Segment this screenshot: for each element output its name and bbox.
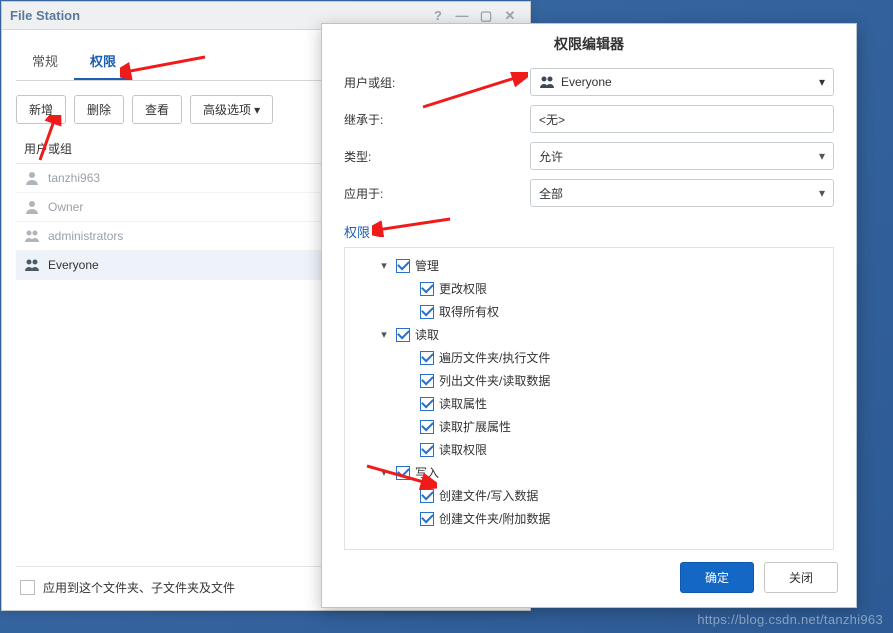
tree-leaf[interactable]: ▾ 创建文件/写入数据 [349, 484, 829, 507]
checkbox-traverse[interactable] [420, 351, 434, 365]
user-name: administrators [48, 229, 123, 243]
checkbox-read[interactable] [396, 328, 410, 342]
inherit-input[interactable]: <无> [530, 105, 834, 133]
tree-leaf[interactable]: ▾ 创建文件夹/附加数据 [349, 507, 829, 530]
user-icon [24, 199, 40, 215]
dialog-footer: 确定 关闭 [322, 550, 856, 607]
tree-node-admin[interactable]: ▾ 管理 [349, 254, 829, 277]
tree-leaf[interactable]: ▾ 取得所有权 [349, 300, 829, 323]
tree-node-write[interactable]: ▾ 写入 [349, 461, 829, 484]
add-button[interactable]: 新增 [16, 95, 66, 124]
user-or-group-select[interactable]: Everyone ▾ [530, 68, 834, 96]
selected-user: Everyone [561, 75, 612, 89]
checkbox-create-files[interactable] [420, 489, 434, 503]
dialog-title: 权限编辑器 [322, 24, 856, 62]
label-apply-to: 应用于: [344, 185, 530, 202]
checkbox-read-ext-attr[interactable] [420, 420, 434, 434]
tree-label: 读取属性 [439, 395, 487, 412]
permission-tree[interactable]: ▾ 管理 ▾ 更改权限 ▾ 取得所有权 ▾ 读取 ▾ 遍历文件夹/执行文件 ▾ … [344, 247, 834, 550]
label-type: 类型: [344, 148, 530, 165]
checkbox-read-attr[interactable] [420, 397, 434, 411]
tree-label: 读取扩展属性 [439, 418, 511, 435]
checkbox-take-owner[interactable] [420, 305, 434, 319]
label-user-or-group: 用户或组: [344, 74, 530, 91]
chevron-down-icon: ▾ [254, 103, 260, 117]
checkbox-write[interactable] [396, 466, 410, 480]
chevron-down-icon: ▾ [819, 149, 825, 163]
tree-node-read[interactable]: ▾ 读取 [349, 323, 829, 346]
tree-label: 读取 [415, 326, 439, 343]
tree-leaf[interactable]: ▾ 更改权限 [349, 277, 829, 300]
apply-recursive-label: 应用到这个文件夹、子文件夹及文件 [43, 579, 235, 596]
permission-editor-dialog: 权限编辑器 用户或组: Everyone ▾ 继承于: <无> 类型: 允许 ▾… [321, 23, 857, 608]
selected-apply-to: 全部 [539, 185, 563, 202]
tree-leaf[interactable]: ▾ 读取权限 [349, 438, 829, 461]
disclose-icon[interactable]: ▾ [377, 466, 391, 479]
close-button[interactable]: 关闭 [764, 562, 838, 593]
apply-recursive-checkbox[interactable] [20, 580, 35, 595]
chevron-down-icon: ▾ [819, 75, 825, 89]
tree-label: 列出文件夹/读取数据 [439, 372, 550, 389]
checkbox-list[interactable] [420, 374, 434, 388]
tree-label: 写入 [415, 464, 439, 481]
group-icon [24, 257, 40, 273]
type-select[interactable]: 允许 ▾ [530, 142, 834, 170]
user-name: Owner [48, 200, 83, 214]
checkbox-admin[interactable] [396, 259, 410, 273]
checkbox-read-perm[interactable] [420, 443, 434, 457]
delete-button[interactable]: 删除 [74, 95, 124, 124]
watermark: https://blog.csdn.net/tanzhi963 [697, 612, 883, 627]
tree-label: 更改权限 [439, 280, 487, 297]
permissions-section-title: 权限 [322, 216, 856, 245]
label-inherit: 继承于: [344, 111, 530, 128]
tab-general[interactable]: 常规 [16, 44, 74, 80]
tree-leaf[interactable]: ▾ 遍历文件夹/执行文件 [349, 346, 829, 369]
tab-permissions[interactable]: 权限 [74, 44, 132, 80]
tree-leaf[interactable]: ▾ 列出文件夹/读取数据 [349, 369, 829, 392]
disclose-icon[interactable]: ▾ [377, 328, 391, 341]
tree-label: 创建文件夹/附加数据 [439, 510, 550, 527]
disclose-icon[interactable]: ▾ [377, 259, 391, 272]
tree-label: 创建文件/写入数据 [439, 487, 538, 504]
advanced-button[interactable]: 高级选项▾ [190, 95, 273, 124]
tree-label: 遍历文件夹/执行文件 [439, 349, 550, 366]
tree-label: 管理 [415, 257, 439, 274]
apply-to-select[interactable]: 全部 ▾ [530, 179, 834, 207]
tree-leaf[interactable]: ▾ 读取扩展属性 [349, 415, 829, 438]
group-icon [539, 74, 555, 90]
tree-label: 取得所有权 [439, 303, 499, 320]
user-name: Everyone [48, 258, 99, 272]
checkbox-change-perm[interactable] [420, 282, 434, 296]
selected-type: 允许 [539, 148, 563, 165]
window-title: File Station [10, 8, 80, 23]
user-name: tanzhi963 [48, 171, 100, 185]
checkbox-create-folders[interactable] [420, 512, 434, 526]
tree-label: 读取权限 [439, 441, 487, 458]
chevron-down-icon: ▾ [819, 186, 825, 200]
view-button[interactable]: 查看 [132, 95, 182, 124]
user-icon [24, 170, 40, 186]
ok-button[interactable]: 确定 [680, 562, 754, 593]
tree-leaf[interactable]: ▾ 读取属性 [349, 392, 829, 415]
group-icon [24, 228, 40, 244]
